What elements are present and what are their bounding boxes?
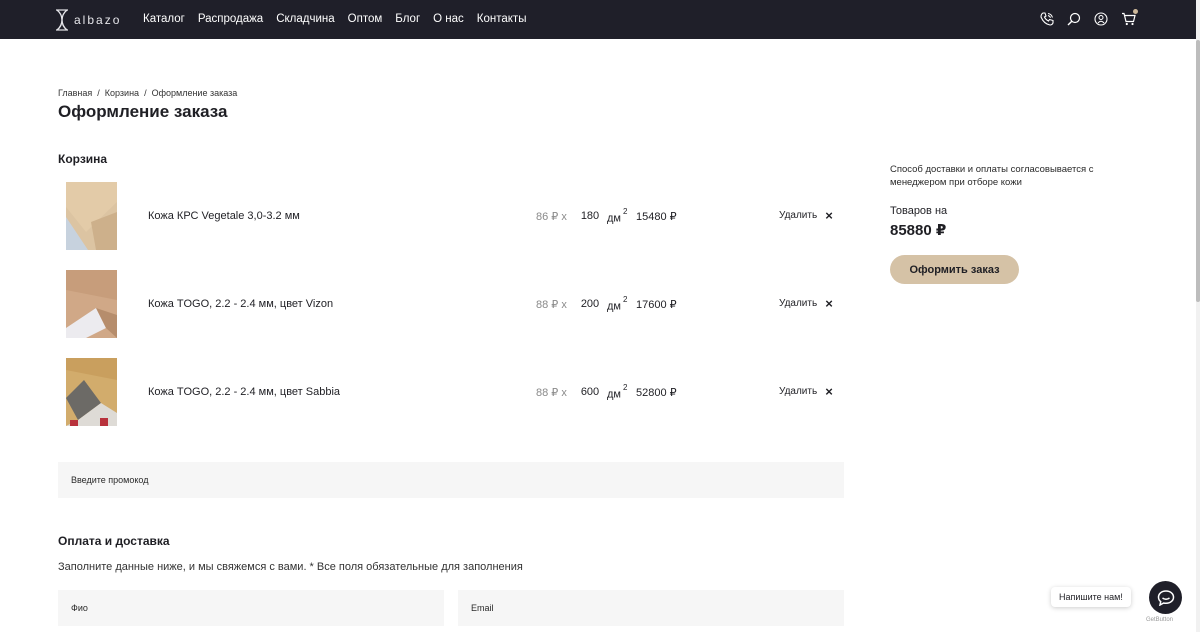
remove-item-button[interactable]: Удалить × bbox=[779, 383, 833, 399]
logo[interactable]: albazo bbox=[56, 9, 121, 31]
order-total-label: Товаров на bbox=[890, 205, 948, 217]
payment-description: Заполните данные ниже, и мы свяжемся с в… bbox=[58, 561, 523, 573]
delivery-note: Способ доставки и оплаты согласовывается… bbox=[890, 164, 1094, 188]
nav-item-contacts[interactable]: Контакты bbox=[477, 13, 527, 25]
page-title: Оформление заказа bbox=[58, 102, 228, 121]
cart-icon[interactable] bbox=[1120, 9, 1138, 28]
close-icon: × bbox=[825, 295, 833, 311]
cart-section-title: Корзина bbox=[58, 152, 108, 166]
checkout-button[interactable]: Оформить заказ bbox=[890, 255, 1019, 284]
remove-item-button[interactable]: Удалить × bbox=[779, 207, 833, 223]
product-name[interactable]: Кожа TOGO, 2.2 - 2.4 мм, цвет Vizon bbox=[148, 298, 333, 310]
nav-item-catalog[interactable]: Каталог bbox=[143, 13, 185, 25]
breadcrumb-home[interactable]: Главная bbox=[58, 88, 92, 98]
breadcrumb-current: Оформление заказа bbox=[151, 88, 238, 98]
quantity-input[interactable]: 200 bbox=[579, 298, 601, 310]
cart-item: Кожа TOGO, 2.2 - 2.4 мм, цвет Vizon 88 ₽… bbox=[58, 270, 844, 338]
scrollbar-thumb[interactable] bbox=[1196, 40, 1200, 302]
chat-button[interactable] bbox=[1149, 581, 1182, 614]
quantity-unit: дм2 bbox=[607, 383, 628, 401]
email-field[interactable]: Email bbox=[458, 590, 844, 626]
remove-item-button[interactable]: Удалить × bbox=[779, 295, 833, 311]
close-icon: × bbox=[825, 383, 833, 399]
product-thumbnail[interactable] bbox=[66, 270, 117, 338]
getbutton-brand: GetButton bbox=[1146, 617, 1174, 623]
header-icons bbox=[1039, 9, 1138, 28]
logo-text: albazo bbox=[74, 13, 122, 27]
nav-item-about[interactable]: О нас bbox=[433, 13, 464, 25]
scrollbar[interactable] bbox=[1196, 0, 1200, 632]
product-name[interactable]: Кожа КРС Vegetale 3,0-3.2 мм bbox=[148, 210, 300, 222]
remove-label: Удалить bbox=[779, 386, 818, 397]
user-icon[interactable] bbox=[1093, 10, 1109, 28]
phone-icon[interactable] bbox=[1039, 10, 1055, 28]
name-field[interactable]: Фио bbox=[58, 590, 444, 626]
top-navigation-bar: albazo Каталог Распродажа Складчина Опто… bbox=[0, 0, 1196, 39]
breadcrumb-separator: / bbox=[97, 88, 100, 98]
close-icon: × bbox=[825, 207, 833, 223]
nav-item-group-buy[interactable]: Складчина bbox=[276, 13, 334, 25]
product-unit-price: 88 ₽ x bbox=[536, 387, 567, 399]
cart-badge-dot bbox=[1133, 9, 1138, 14]
breadcrumb-cart[interactable]: Корзина bbox=[105, 88, 139, 98]
product-unit-price: 86 ₽ x bbox=[536, 211, 567, 223]
quantity-unit: дм2 bbox=[607, 295, 628, 313]
product-thumbnail[interactable] bbox=[66, 182, 117, 250]
product-name[interactable]: Кожа TOGO, 2.2 - 2.4 мм, цвет Sabbia bbox=[148, 386, 340, 398]
product-thumbnail[interactable] bbox=[66, 358, 117, 426]
main-nav: Каталог Распродажа Складчина Оптом Блог … bbox=[143, 13, 526, 25]
quantity-input[interactable]: 600 bbox=[579, 386, 601, 398]
nav-item-wholesale[interactable]: Оптом bbox=[348, 13, 383, 25]
breadcrumb: Главная / Корзина / Оформление заказа bbox=[58, 88, 237, 98]
search-icon[interactable] bbox=[1066, 10, 1082, 28]
line-total: 15480 ₽ bbox=[636, 211, 677, 223]
line-total: 52800 ₽ bbox=[636, 387, 677, 399]
payment-section-title: Оплата и доставка bbox=[58, 534, 170, 548]
cart-item: Кожа TOGO, 2.2 - 2.4 мм, цвет Sabbia 88 … bbox=[58, 358, 844, 426]
nav-item-blog[interactable]: Блог bbox=[395, 13, 420, 25]
cart-item: Кожа КРС Vegetale 3,0-3.2 мм 86 ₽ x 180 … bbox=[58, 182, 844, 250]
quantity-unit: дм2 bbox=[607, 207, 628, 225]
order-total-value: 85880 ₽ bbox=[890, 222, 947, 239]
chat-bubble-icon bbox=[1157, 589, 1174, 606]
quantity-input[interactable]: 180 bbox=[579, 210, 601, 222]
nav-item-sale[interactable]: Распродажа bbox=[198, 13, 263, 25]
product-unit-price: 88 ₽ x bbox=[536, 299, 567, 311]
chat-prompt-label[interactable]: Напишите нам! bbox=[1051, 587, 1131, 607]
remove-label: Удалить bbox=[779, 298, 818, 309]
breadcrumb-separator: / bbox=[144, 88, 147, 98]
promo-code-input[interactable]: Введите промокод bbox=[58, 462, 844, 498]
remove-label: Удалить bbox=[779, 210, 818, 221]
line-total: 17600 ₽ bbox=[636, 299, 677, 311]
logo-mark-icon bbox=[56, 9, 68, 31]
